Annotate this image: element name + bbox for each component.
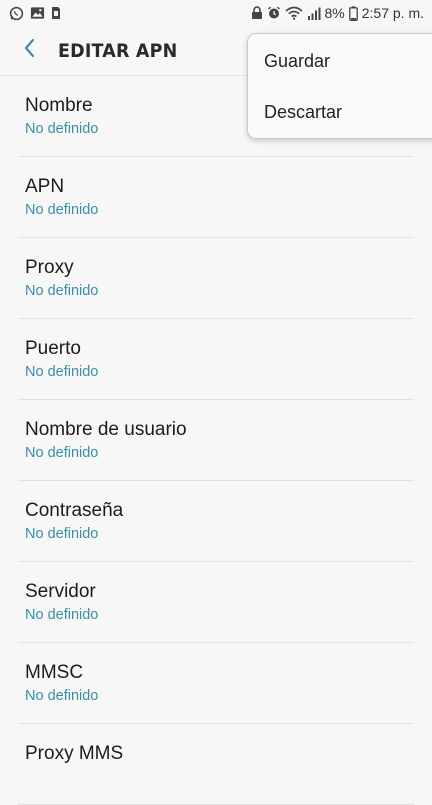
page-title: EDITAR APN — [58, 39, 178, 62]
item-value: No definido — [25, 445, 99, 461]
item-label: MMSC — [25, 662, 84, 683]
list-item-servidor[interactable]: Servidor No definido — [0, 562, 432, 643]
item-value: No definido — [25, 202, 99, 218]
battery-percent: 8% — [324, 5, 345, 21]
item-label: Proxy — [25, 257, 74, 278]
apn-settings-list: Nombre No definido APN No definido Proxy… — [0, 76, 432, 805]
item-value: No definido — [25, 283, 99, 299]
wifi-icon — [284, 6, 303, 20]
list-item-proxy[interactable]: Proxy No definido — [0, 238, 432, 319]
alarm-icon — [267, 6, 281, 20]
back-button[interactable] — [8, 29, 52, 73]
clock: 2:57 p. m. — [361, 5, 424, 21]
menu-item-guardar[interactable]: Guardar — [248, 40, 432, 86]
menu-item-descartar[interactable]: Descartar — [248, 86, 432, 139]
status-bar: 8% 2:57 p. m. — [0, 0, 432, 26]
item-value: No definido — [25, 364, 99, 380]
whatsapp-icon — [9, 6, 24, 21]
item-value: No definido — [25, 607, 99, 623]
item-label: Puerto — [25, 338, 81, 359]
list-item-proxy-mms[interactable]: Proxy MMS — [0, 724, 432, 805]
item-label: Nombre de usuario — [25, 419, 187, 440]
item-label: Servidor — [25, 581, 96, 602]
item-label: Proxy MMS — [25, 743, 124, 764]
item-value: No definido — [25, 688, 99, 704]
item-label: Contraseña — [25, 500, 124, 521]
image-icon — [30, 6, 45, 20]
list-item-nombre-de-usuario[interactable]: Nombre de usuario No definido — [0, 400, 432, 481]
battery-icon — [348, 5, 358, 21]
lock-icon — [251, 6, 263, 20]
chevron-left-icon — [23, 38, 37, 63]
list-item-puerto[interactable]: Puerto No definido — [0, 319, 432, 400]
status-bar-right: 8% 2:57 p. m. — [251, 5, 424, 21]
list-item-mmsc[interactable]: MMSC No definido — [0, 643, 432, 724]
overflow-menu: Guardar Descartar — [247, 33, 432, 139]
item-label: APN — [25, 176, 65, 197]
signal-icon — [307, 7, 321, 20]
list-item-contrasena[interactable]: Contraseña No definido — [0, 481, 432, 562]
status-bar-left — [9, 6, 61, 21]
list-item-apn[interactable]: APN No definido — [0, 157, 432, 238]
item-value: No definido — [25, 526, 99, 542]
sim-icon — [51, 6, 61, 20]
